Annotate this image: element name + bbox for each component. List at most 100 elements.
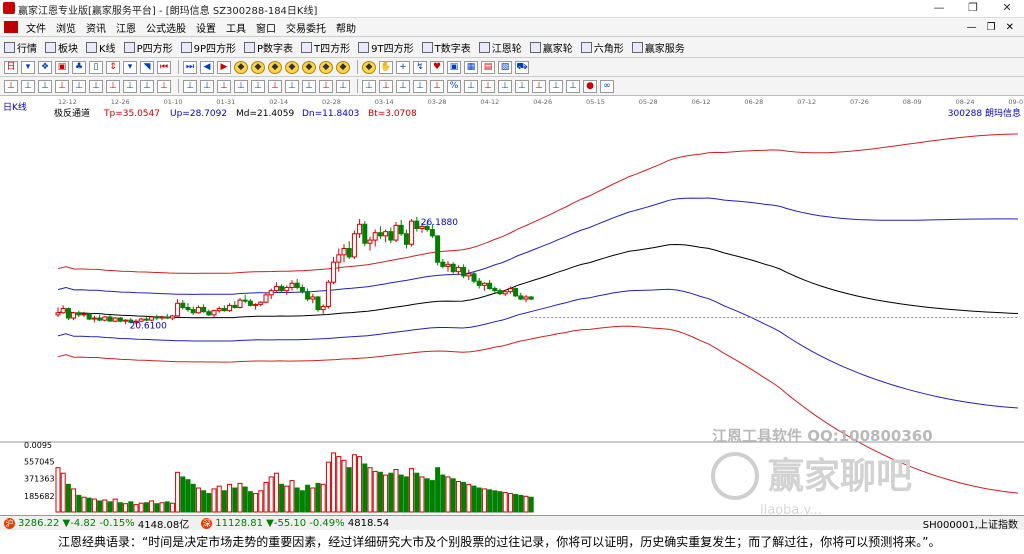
toolbar3-tool-15-icon[interactable]: ⊥ xyxy=(268,79,282,93)
toolbar3-tool-1-icon[interactable]: ⊥ xyxy=(21,79,35,93)
toolbar3-tool-21-icon[interactable]: ⊥ xyxy=(379,79,393,93)
toolbar3-tool-17-icon[interactable]: ⊥ xyxy=(302,79,316,93)
toolbar-item-3[interactable]: P四方形 xyxy=(120,40,177,55)
menu-window[interactable]: 窗口 xyxy=(251,20,281,35)
toolbar3-tool-3-icon[interactable]: ⊥ xyxy=(55,79,69,93)
toolbar2-tool-16-icon[interactable]: ◆ xyxy=(285,60,299,74)
toolbar2-tool-19-icon[interactable]: ◆ xyxy=(336,60,350,74)
toolbar3-tool-32-icon[interactable]: ⊥ xyxy=(566,79,580,93)
toolbar2-tool-4-icon[interactable]: ♣ xyxy=(72,60,86,74)
close-button[interactable]: ✕ xyxy=(990,0,1024,17)
toolbar2-tool-29-icon[interactable]: ⛟ xyxy=(515,60,529,74)
toolbar3-tool-11-icon[interactable]: ⊥ xyxy=(200,79,214,93)
toolbar3-tool-20-icon[interactable]: ⊥ xyxy=(362,79,376,93)
toolbar3-tool-10-icon[interactable]: ⊥ xyxy=(183,79,197,93)
toolbar-item-label: 行情 xyxy=(17,43,37,55)
menu-browse[interactable]: 浏览 xyxy=(51,20,81,35)
toolbar3-tool-27-icon[interactable]: ⊥ xyxy=(481,79,495,93)
toolbar3-tool-18-icon[interactable]: ⊥ xyxy=(319,79,333,93)
toolbar3-tool-23-icon[interactable]: ⊥ xyxy=(413,79,427,93)
toolbar3-tool-14-icon[interactable]: ⊥ xyxy=(251,79,265,93)
toolbar3-tool-12-icon[interactable]: ⊥ xyxy=(217,79,231,93)
minimize-button[interactable]: — xyxy=(922,0,956,17)
toolbar2-tool-20-icon[interactable]: ◆ xyxy=(362,60,376,74)
menu-file[interactable]: 文件 xyxy=(21,20,51,35)
toolbar2-tool-24-icon[interactable]: ♥ xyxy=(430,60,444,74)
toolbar2-tool-7-icon[interactable]: ▾ xyxy=(123,60,137,74)
toolbar3-tool-19-icon[interactable]: ⊥ xyxy=(336,79,350,93)
toolbar2-tool-1-icon[interactable]: ▾ xyxy=(21,60,35,74)
toolbar-item-11[interactable]: 六角形 xyxy=(577,40,628,55)
toolbar-item-1[interactable]: 板块 xyxy=(41,40,82,55)
toolbar2-tool-13-icon[interactable]: ◆ xyxy=(234,60,248,74)
toolbar2-tool-6-icon[interactable]: ⇕ xyxy=(106,60,120,74)
toolbar2-tool-12-icon[interactable]: ▶ xyxy=(217,60,231,74)
toolbar2-tool-22-icon[interactable]: + xyxy=(396,60,410,74)
toolbar3-tool-2-icon[interactable]: ⊥ xyxy=(38,79,52,93)
toolbar-item-8[interactable]: T数字表 xyxy=(418,40,475,55)
index2-ticker[interactable]: 深 11128.81 ▼-55.10 -0.49% 4818.54 xyxy=(197,517,389,529)
toolbar3-tool-4-icon[interactable]: ⊥ xyxy=(72,79,86,93)
toolbar3-tool-29-icon[interactable]: ⊥ xyxy=(515,79,529,93)
toolbar2-tool-17-icon[interactable]: ◆ xyxy=(302,60,316,74)
toolbar-item-2[interactable]: K线 xyxy=(82,40,120,55)
toolbar-item-7[interactable]: 9T四方形 xyxy=(354,40,417,55)
toolbar2-tool-8-icon[interactable]: ◥ xyxy=(140,60,154,74)
toolbar3-tool-31-icon[interactable]: ⊥ xyxy=(549,79,563,93)
toolbar3-tool-30-icon[interactable]: ⊥ xyxy=(532,79,546,93)
mdi-close-button[interactable]: ✕ xyxy=(1006,22,1014,33)
toolbar-item-12[interactable]: 赢家服务 xyxy=(628,40,689,55)
toolbar3-tool-7-icon[interactable]: ⊥ xyxy=(123,79,137,93)
app-menu-icon[interactable] xyxy=(4,21,18,33)
mdi-restore-button[interactable]: ❐ xyxy=(987,22,996,33)
toolbar2-tool-10-icon[interactable]: ⏭ xyxy=(183,60,197,74)
toolbar3-tool-13-icon[interactable]: ⊥ xyxy=(234,79,248,93)
toolbar2-tool-18-icon[interactable]: ◆ xyxy=(319,60,333,74)
maximize-button[interactable]: ❐ xyxy=(956,0,990,17)
status-right[interactable]: SH000001,上证指数 xyxy=(923,516,1018,531)
toolbar2-tool-5-icon[interactable]: ▯ xyxy=(89,60,103,74)
toolbar2-tool-3-icon[interactable]: ▣ xyxy=(55,60,69,74)
menu-formula[interactable]: 公式选股 xyxy=(141,20,191,35)
toolbar3-tool-24-icon[interactable]: ⊥ xyxy=(430,79,444,93)
menu-gann[interactable]: 江恩 xyxy=(111,20,141,35)
toolbar2-tool-15-icon[interactable]: ◆ xyxy=(268,60,282,74)
toolbar-item-5[interactable]: P数字表 xyxy=(240,40,297,55)
toolbar2-tool-28-icon[interactable]: ▧ xyxy=(498,60,512,74)
toolbar2-tool-2-icon[interactable]: ❖ xyxy=(38,60,52,74)
toolbar3-tool-26-icon[interactable]: ⊥ xyxy=(464,79,478,93)
toolbar2-tool-9-icon[interactable]: ⏮ xyxy=(157,60,171,74)
toolbar2-tool-25-icon[interactable]: ▣ xyxy=(447,60,461,74)
menu-help[interactable]: 帮助 xyxy=(331,20,361,35)
toolbar3-tool-8-icon[interactable]: ⊥ xyxy=(140,79,154,93)
toolbar2-tool-14-icon[interactable]: ◆ xyxy=(251,60,265,74)
toolbar-item-10[interactable]: 赢家轮 xyxy=(526,40,577,55)
menu-settings[interactable]: 设置 xyxy=(191,20,221,35)
toolbar-item-0[interactable]: 行情 xyxy=(0,40,41,55)
toolbar3-tool-9-icon[interactable]: ⊥ xyxy=(157,79,171,93)
toolbar3-tool-28-icon[interactable]: ⊥ xyxy=(498,79,512,93)
menu-trade[interactable]: 交易委托 xyxy=(281,20,331,35)
toolbar2-tool-26-icon[interactable]: ▦ xyxy=(464,60,478,74)
toolbar3-tool-33-icon[interactable]: ● xyxy=(583,79,597,93)
toolbar2-tool-21-icon[interactable]: ✋ xyxy=(379,60,393,74)
toolbar3-tool-22-icon[interactable]: ⊥ xyxy=(396,79,410,93)
menu-info[interactable]: 资讯 xyxy=(81,20,111,35)
toolbar2-tool-11-icon[interactable]: ◀ xyxy=(200,60,214,74)
toolbar2-tool-23-icon[interactable]: ↯ xyxy=(413,60,427,74)
menu-tools[interactable]: 工具 xyxy=(221,20,251,35)
index1-ticker[interactable]: 沪 3286.22 ▼-4.82 -0.15% 4148.08亿 xyxy=(0,516,189,531)
toolbar-item-6[interactable]: T四方形 xyxy=(297,40,354,55)
toolbar2-tool-27-icon[interactable]: ▤ xyxy=(481,60,495,74)
toolbar-item-9[interactable]: 江恩轮 xyxy=(475,40,526,55)
toolbar3-tool-6-icon[interactable]: ⊥ xyxy=(106,79,120,93)
toolbar-item-4[interactable]: 9P四方形 xyxy=(177,40,240,55)
kline-chart[interactable]: 12-12 12-26 01-10 01-31 02-14 02-28 03-14 03-28… xyxy=(0,96,1024,514)
toolbar3-tool-0-icon[interactable]: ⊥ xyxy=(4,79,18,93)
toolbar3-tool-34-icon[interactable]: ∞ xyxy=(600,79,614,93)
mdi-minimize-button[interactable]: — xyxy=(967,22,977,33)
toolbar3-tool-5-icon[interactable]: ⊥ xyxy=(89,79,103,93)
toolbar3-tool-16-icon[interactable]: ⊥ xyxy=(285,79,299,93)
toolbar2-tool-0-icon[interactable]: 日 xyxy=(4,60,18,74)
toolbar3-tool-25-icon[interactable]: % xyxy=(447,79,461,93)
